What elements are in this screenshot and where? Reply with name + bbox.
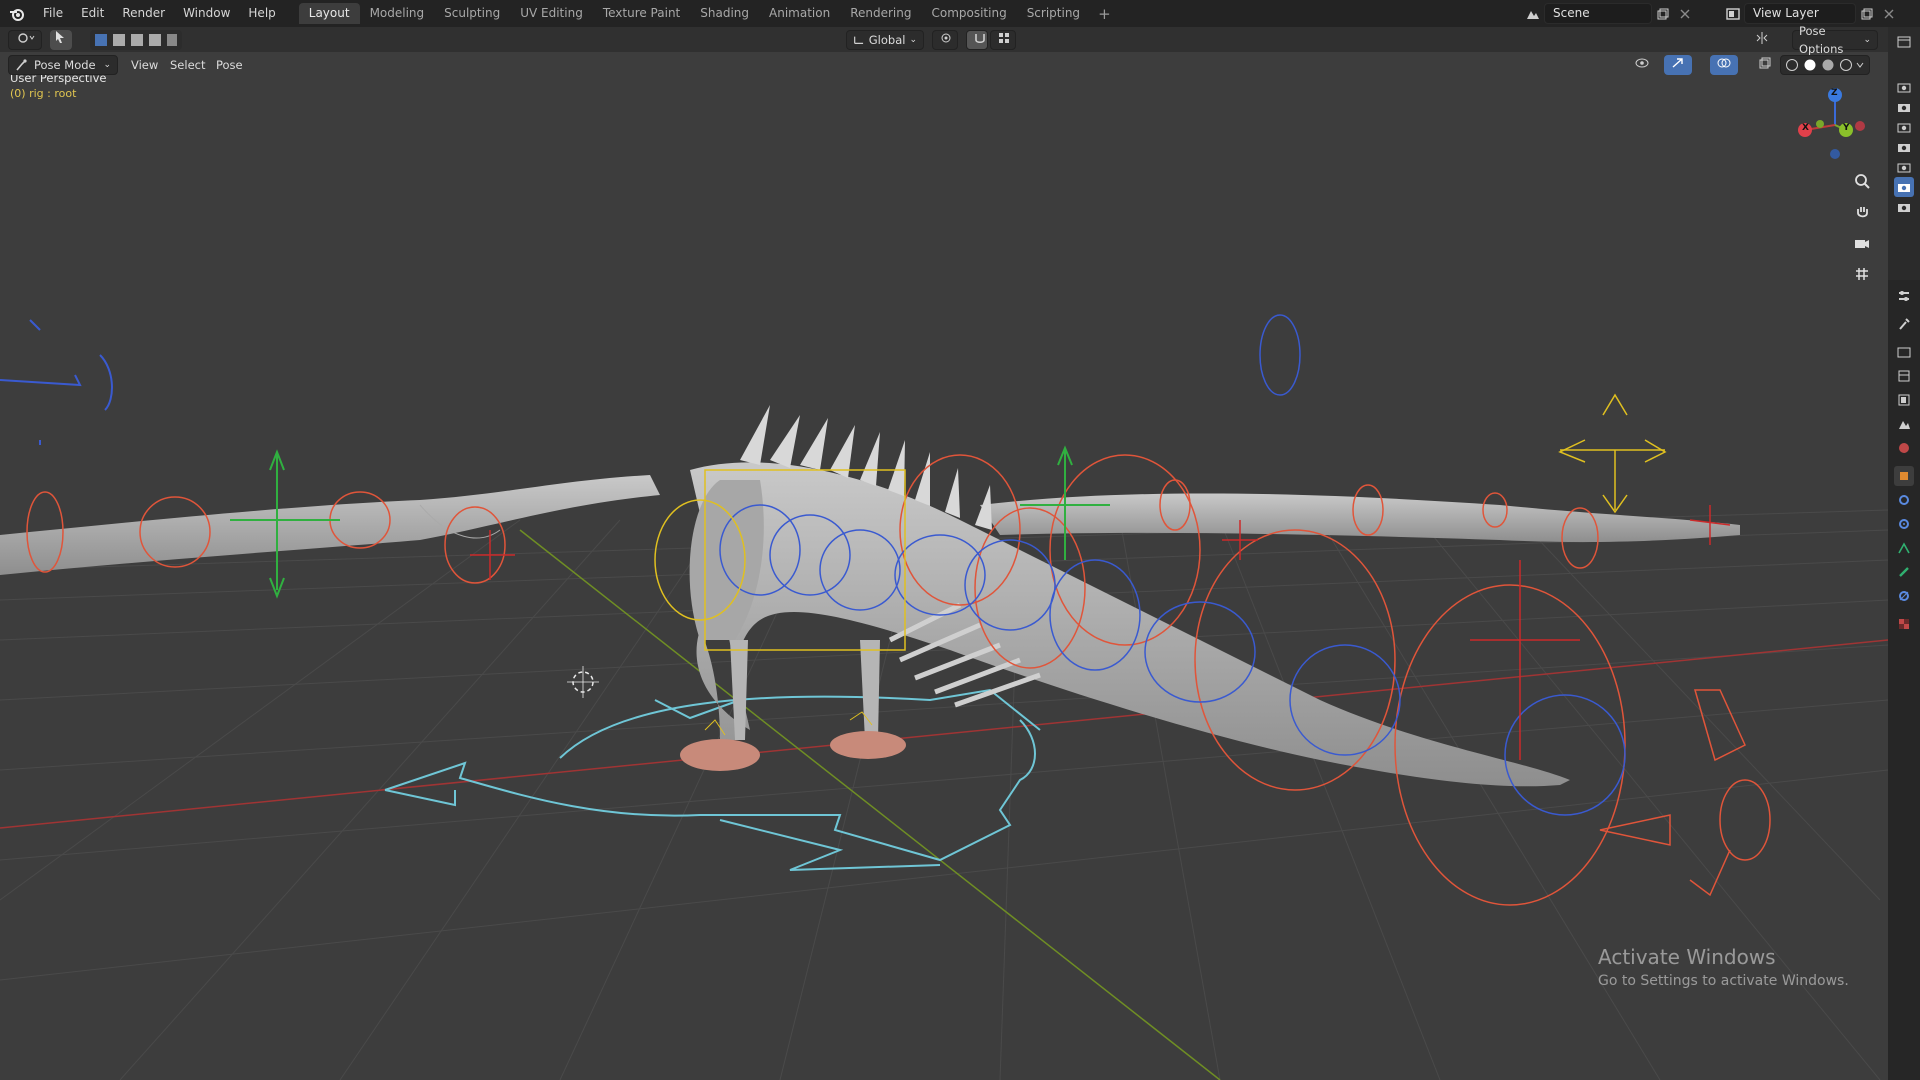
tab-compositing[interactable]: Compositing — [921, 3, 1016, 24]
tab-animation[interactable]: Animation — [759, 3, 840, 24]
tail-arrows — [1599, 689, 1746, 897]
modifiers-icon[interactable] — [1894, 490, 1914, 510]
tab-sculpting[interactable]: Sculpting — [434, 3, 510, 24]
delete-view-layer-icon[interactable] — [1878, 3, 1900, 24]
viewport-header: Pose Mode ⌄ View Select Pose — [0, 52, 1888, 78]
viewport-object-info: (0) rig : root — [10, 87, 77, 100]
tab-scripting[interactable]: Scripting — [1017, 3, 1090, 24]
watermark-subtitle: Go to Settings to activate Windows. — [1598, 973, 1849, 989]
visibility-icon[interactable] — [1628, 55, 1656, 75]
render-icon[interactable] — [1894, 342, 1914, 362]
output-icon[interactable] — [1894, 366, 1914, 386]
xray-toggle-icon[interactable] — [1752, 55, 1774, 75]
outliner-filter-icon[interactable] — [1894, 32, 1914, 52]
tab-modeling[interactable]: Modeling — [360, 3, 435, 24]
selection-mode-toggles[interactable] — [90, 30, 182, 50]
tab-uv-editing[interactable]: UV Editing — [510, 3, 593, 24]
camera-view-icon[interactable] — [1849, 230, 1875, 256]
viewport-scene — [0, 314, 1888, 1080]
tab-layout[interactable]: Layout — [298, 3, 360, 24]
bone-icon[interactable] — [1894, 562, 1914, 582]
select-menu[interactable]: Select — [163, 55, 212, 75]
pose-menu[interactable]: Pose — [209, 55, 250, 75]
tab-shading[interactable]: Shading — [690, 3, 759, 24]
tool-settings-icon[interactable] — [1894, 286, 1914, 306]
zoom-icon[interactable] — [1849, 168, 1875, 194]
scene-name-field[interactable]: Scene — [1544, 3, 1652, 24]
add-workspace-button[interactable]: + — [1090, 5, 1119, 23]
view-menu[interactable]: View — [124, 55, 165, 75]
navigation-gizmo[interactable]: Z X Y — [1790, 80, 1870, 159]
delete-scene-icon[interactable] — [1674, 3, 1696, 24]
gizmo-toggle-icon[interactable] — [1664, 55, 1692, 75]
camera-icon[interactable] — [1894, 177, 1914, 197]
tab-texture-paint[interactable]: Texture Paint — [593, 3, 690, 24]
tool-icon[interactable] — [1894, 314, 1914, 334]
camera-icon[interactable] — [1894, 97, 1914, 117]
gizmo-z-label: Z — [1831, 88, 1838, 98]
scene-props-icon[interactable] — [1894, 414, 1914, 434]
pan-hand-icon[interactable] — [1849, 199, 1875, 225]
properties-tabs — [1888, 280, 1920, 1080]
chevron-down-icon: ⌄ — [1863, 35, 1871, 45]
orientation-label: Global — [868, 33, 906, 47]
view-layer-props-icon[interactable] — [1894, 390, 1914, 410]
camera-icon[interactable] — [1894, 197, 1914, 217]
view-layer-selector: View Layer — [1722, 3, 1900, 24]
new-scene-icon[interactable] — [1652, 3, 1674, 24]
menu-help[interactable]: Help — [239, 0, 284, 27]
windows-activation-watermark: Activate Windows Go to Settings to activ… — [1598, 945, 1849, 989]
editor-type-dropdown[interactable] — [8, 30, 42, 50]
transform-orientation-dropdown[interactable]: Global ⌄ — [846, 30, 924, 50]
particles-icon[interactable] — [1894, 514, 1914, 534]
pose-options-dropdown[interactable]: Pose Options ⌄ — [1792, 24, 1878, 56]
offscreen-controls — [0, 319, 113, 445]
object-props-icon[interactable] — [1894, 466, 1914, 486]
view-layer-icon[interactable] — [1722, 3, 1744, 24]
scene-icon[interactable] — [1522, 3, 1544, 24]
snap-target-icon[interactable] — [990, 30, 1016, 50]
camera-icon[interactable] — [1894, 117, 1914, 137]
tab-rendering[interactable]: Rendering — [840, 3, 921, 24]
shading-modes[interactable] — [1780, 55, 1870, 75]
physics-icon[interactable] — [1894, 538, 1914, 558]
interaction-mode-dropdown[interactable]: Pose Mode ⌄ — [8, 55, 118, 75]
x-mirror-icon[interactable] — [1748, 30, 1770, 50]
ortho-grid-icon[interactable] — [1849, 261, 1875, 287]
3d-viewport[interactable]: User Perspective (0) rig : root Z X Y Ac… — [0, 52, 1888, 1080]
menu-edit[interactable]: Edit — [72, 0, 113, 27]
view-layer-field[interactable]: View Layer — [1744, 3, 1856, 24]
chevron-down-icon: ⌄ — [103, 60, 111, 70]
texture-icon[interactable] — [1894, 614, 1914, 634]
camera-icon[interactable] — [1894, 77, 1914, 97]
menu-file[interactable]: File — [34, 0, 72, 27]
chevron-down-icon: ⌄ — [909, 35, 917, 45]
bone-constraint-icon[interactable] — [1894, 586, 1914, 606]
camera-icon[interactable] — [1894, 137, 1914, 157]
workspace-tabs: Layout Modeling Sculpting UV Editing Tex… — [298, 0, 1119, 27]
tool-header: Global ⌄ Pose Options ⌄ — [0, 24, 1888, 56]
world-icon[interactable] — [1894, 438, 1914, 458]
blender-logo-icon[interactable] — [0, 0, 34, 27]
gizmo-x-label: X — [1802, 123, 1809, 133]
3d-cursor — [567, 666, 599, 698]
watermark-title: Activate Windows — [1598, 945, 1776, 969]
mode-label: Pose Mode — [34, 58, 96, 72]
select-tool-icon[interactable] — [50, 30, 72, 50]
new-view-layer-icon[interactable] — [1856, 3, 1878, 24]
menu-render[interactable]: Render — [113, 0, 174, 27]
camera-icon[interactable] — [1894, 157, 1914, 177]
scene-selector: Scene — [1522, 3, 1696, 24]
pivot-point-icon[interactable] — [932, 30, 958, 50]
overlays-toggle-icon[interactable] — [1710, 55, 1738, 75]
top-bar: File Edit Render Window Help Layout Mode… — [0, 0, 1920, 27]
menu-window[interactable]: Window — [174, 0, 239, 27]
gizmo-y-label: Y — [1843, 123, 1850, 133]
snap-icon[interactable] — [966, 30, 988, 50]
